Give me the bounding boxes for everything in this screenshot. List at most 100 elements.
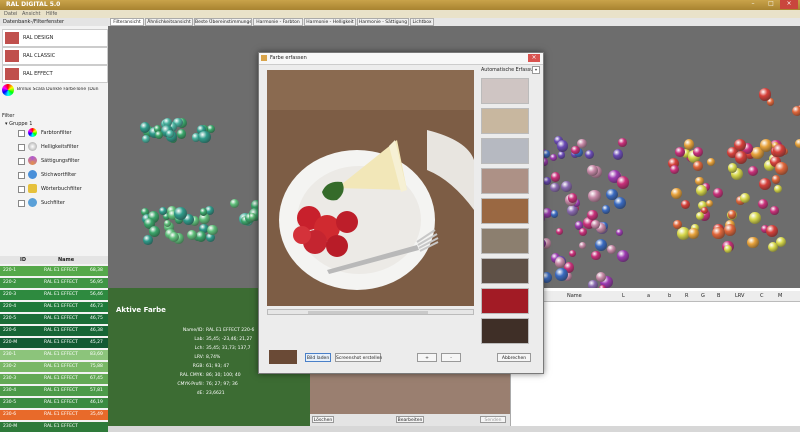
database-ral-classic[interactable]: RAL CLASSIC (2, 47, 108, 65)
close-icon[interactable]: × (780, 0, 798, 9)
color-sphere[interactable] (174, 207, 187, 220)
color-sphere[interactable] (550, 172, 560, 182)
color-sphere[interactable] (617, 138, 627, 147)
color-sphere[interactable] (727, 163, 738, 173)
color-sphere[interactable] (199, 208, 208, 216)
color-sphere[interactable] (587, 209, 598, 221)
table-row[interactable]: 230-4 RAL E1 EFFECT 57,81 (0, 386, 108, 396)
palette-swatch[interactable] (481, 108, 529, 134)
color-sphere[interactable] (207, 225, 218, 236)
cancel-button[interactable]: Abbrechen (497, 353, 531, 362)
column-name[interactable]: Name (567, 293, 582, 299)
table-row[interactable]: 220-5 RAL E1 EFFECT 46,75 (0, 314, 108, 324)
color-sphere[interactable] (692, 147, 703, 158)
tab-similarity-view[interactable]: Ähnlichkeitsansicht (145, 18, 193, 26)
table-row[interactable]: 220-3 RAL E1 EFFECT 56,46 (0, 290, 108, 300)
color-sphere[interactable] (727, 210, 737, 219)
color-sphere[interactable] (586, 165, 598, 176)
color-sphere[interactable] (675, 147, 685, 157)
color-sphere[interactable] (249, 213, 257, 221)
color-sphere[interactable] (616, 175, 630, 189)
image-scrollbar[interactable] (267, 309, 474, 315)
color-sphere[interactable] (616, 229, 624, 237)
color-sphere[interactable] (555, 228, 563, 236)
color-sphere[interactable] (176, 129, 187, 139)
color-sphere[interactable] (554, 257, 565, 268)
tab-filter-view[interactable]: Filteransicht (110, 18, 144, 26)
column-name[interactable]: Name (58, 257, 74, 263)
color-sphere[interactable] (584, 149, 594, 159)
dialog-close-icon[interactable]: × (528, 54, 540, 62)
palette-swatch[interactable] (481, 318, 529, 344)
column-r[interactable]: R (685, 293, 688, 299)
database-ral-design[interactable]: RAL DESIGN (2, 29, 108, 47)
send-button[interactable]: Senden (480, 416, 506, 423)
minimize-icon[interactable]: – (744, 0, 762, 9)
table-row[interactable]: 220-6 RAL E1 EFFECT 46,38 (0, 326, 108, 336)
color-sphere[interactable] (695, 184, 707, 196)
color-sphere[interactable] (771, 175, 781, 184)
color-sphere[interactable] (759, 139, 773, 152)
color-sphere[interactable] (557, 151, 566, 159)
color-sphere[interactable] (673, 220, 682, 230)
color-sphere[interactable] (758, 178, 771, 191)
color-sphere[interactable] (706, 157, 715, 166)
column-l[interactable]: L (622, 293, 625, 299)
color-sphere[interactable] (693, 160, 704, 171)
column-lrv[interactable]: LRV (735, 293, 744, 299)
color-sphere[interactable] (556, 140, 569, 152)
menu-hilfe[interactable]: Hilfe (46, 11, 57, 17)
palette-swatch[interactable] (481, 258, 529, 284)
color-sphere[interactable] (688, 228, 699, 239)
color-sphere[interactable] (670, 164, 680, 174)
checkbox[interactable] (18, 130, 25, 137)
color-sphere[interactable] (770, 206, 779, 215)
filter-group[interactable]: ▾ Gruppe 1 (5, 121, 32, 127)
color-sphere[interactable] (550, 154, 558, 162)
screenshot-button[interactable]: Screenshot erstellen (335, 353, 382, 362)
color-sphere[interactable] (712, 226, 725, 240)
palette-swatch[interactable] (481, 168, 529, 194)
color-sphere[interactable] (747, 236, 759, 248)
color-sphere[interactable] (154, 130, 164, 140)
color-sphere[interactable] (578, 227, 588, 236)
captured-photo[interactable] (267, 70, 474, 306)
color-sphere[interactable] (695, 176, 704, 186)
color-sphere[interactable] (165, 129, 174, 138)
color-sphere[interactable] (606, 244, 617, 255)
color-sphere[interactable] (591, 250, 601, 261)
color-sphere[interactable] (758, 198, 769, 209)
color-sphere[interactable] (566, 205, 578, 216)
color-sphere[interactable] (749, 212, 761, 224)
color-sphere[interactable] (740, 192, 751, 203)
table-row[interactable]: 230-M RAL E1 EFFECT (0, 422, 108, 432)
palette-swatch[interactable] (481, 138, 529, 164)
color-sphere[interactable] (578, 241, 586, 250)
table-row[interactable]: 220-4 RAL E1 EFFECT 46,73 (0, 302, 108, 312)
maximize-icon[interactable]: □ (762, 0, 780, 9)
checkbox[interactable] (18, 172, 25, 179)
color-sphere[interactable] (775, 162, 789, 176)
color-sphere[interactable] (568, 249, 577, 258)
color-sphere[interactable] (551, 210, 559, 218)
color-sphere[interactable] (196, 231, 207, 242)
checkbox[interactable] (18, 144, 25, 151)
color-sphere[interactable] (734, 151, 748, 164)
color-sphere[interactable] (724, 244, 733, 254)
table-row[interactable]: 230-1 RAL E1 EFFECT 83,60 (0, 350, 108, 360)
tab-harmony-saturation[interactable]: Harmonie - Sättigung (357, 18, 409, 26)
palette-swatch[interactable] (481, 228, 529, 254)
color-sphere[interactable] (550, 182, 560, 193)
color-sphere[interactable] (683, 138, 695, 150)
color-sphere[interactable] (747, 166, 758, 176)
color-sphere[interactable] (773, 184, 783, 194)
column-g[interactable]: G (701, 293, 705, 299)
color-sphere[interactable] (588, 280, 598, 288)
checkbox[interactable] (18, 158, 25, 165)
tab-best-matches[interactable]: Beste Übereinstimmungen (194, 18, 252, 26)
delete-button[interactable]: Löschen (312, 416, 334, 423)
color-sphere[interactable] (723, 223, 736, 236)
color-sphere[interactable] (148, 226, 160, 238)
column-c[interactable]: C (760, 293, 764, 299)
color-sphere[interactable] (595, 238, 608, 251)
